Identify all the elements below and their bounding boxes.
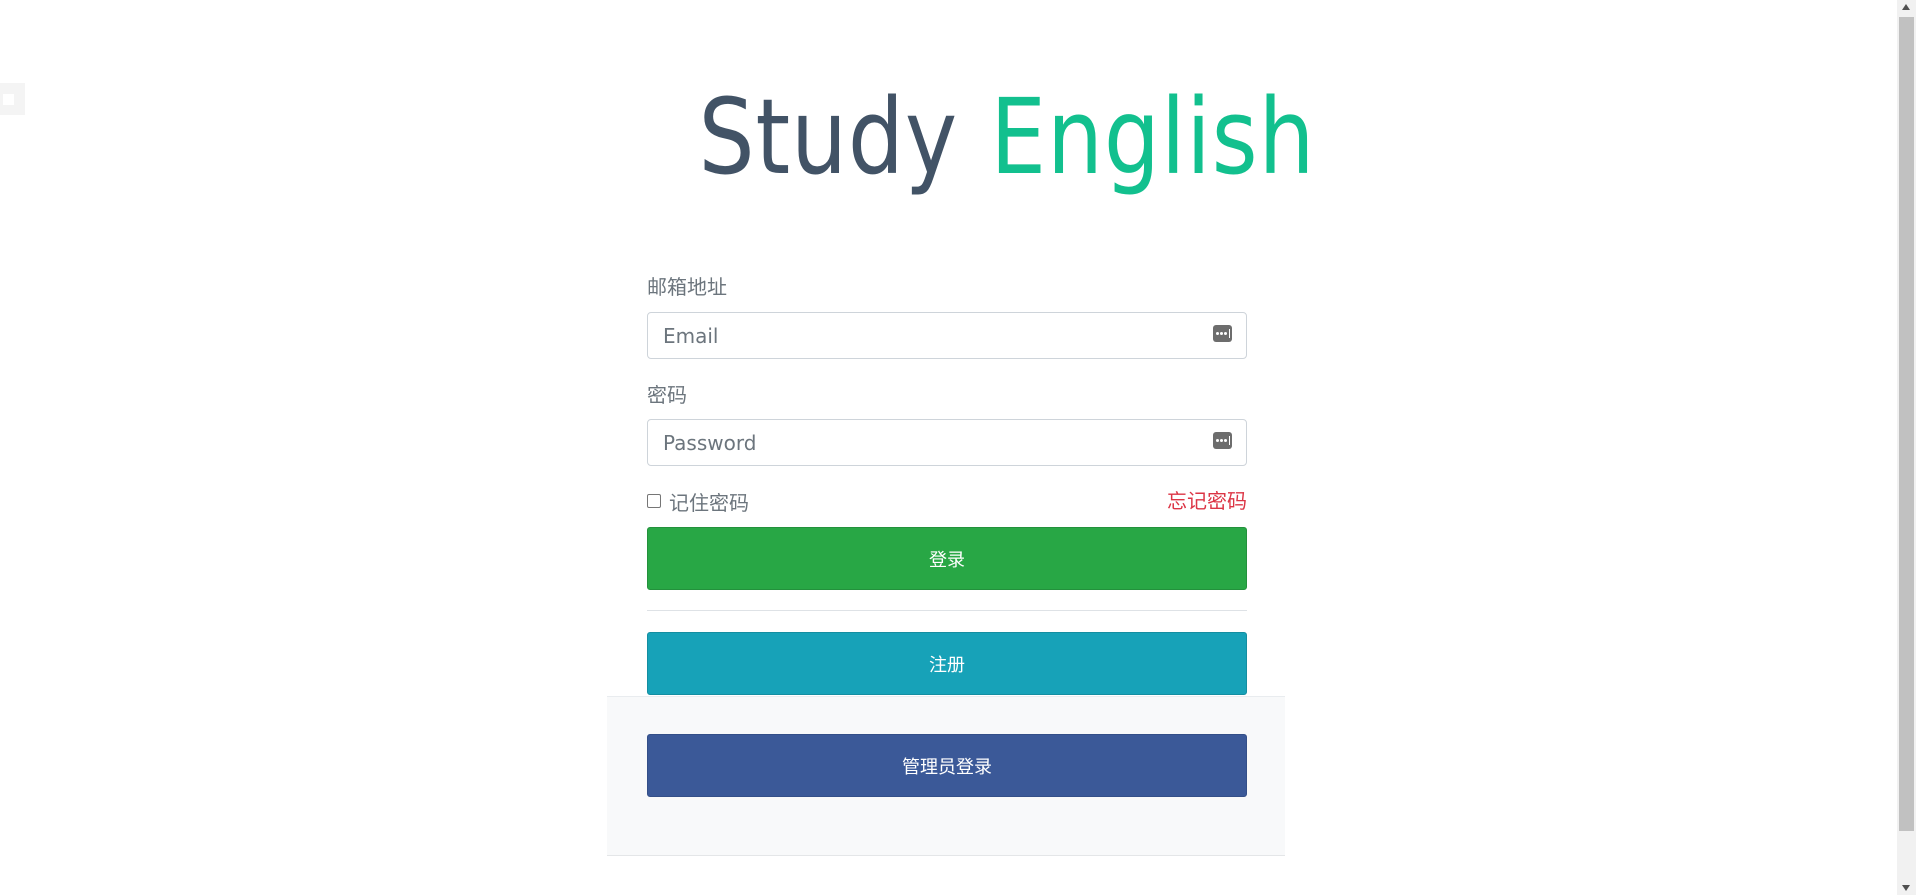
vertical-scrollbar[interactable] <box>1897 0 1916 895</box>
scroll-up-arrow-icon[interactable] <box>1902 4 1910 10</box>
site-logo: Study English <box>698 62 1315 212</box>
register-button[interactable]: 注册 <box>647 632 1247 695</box>
logo-word-english: English <box>990 76 1316 198</box>
remember-password-checkbox[interactable] <box>647 494 661 508</box>
forgot-password-link[interactable]: 忘记密码 <box>1167 487 1247 515</box>
admin-login-button[interactable]: 管理员登录 <box>647 734 1247 797</box>
scrollbar-thumb[interactable] <box>1899 17 1914 831</box>
corner-widget[interactable] <box>0 83 25 115</box>
logo-word-study: Study <box>698 76 958 198</box>
email-field[interactable] <box>648 313 1183 358</box>
scroll-down-arrow-icon[interactable] <box>1902 885 1910 891</box>
email-label: 邮箱地址 <box>647 275 727 299</box>
password-manager-key-icon[interactable] <box>1213 432 1232 449</box>
divider <box>647 610 1247 611</box>
remember-password-label[interactable]: 记住密码 <box>669 487 749 516</box>
email-field-container <box>647 312 1247 359</box>
password-manager-key-icon[interactable] <box>1213 325 1232 342</box>
password-label: 密码 <box>647 383 687 407</box>
login-page: Study English 邮箱地址 密码 记住密码 忘记密码 登录 注册 管理员… <box>0 0 1916 895</box>
login-button[interactable]: 登录 <box>647 527 1247 590</box>
corner-widget-square-icon <box>3 94 14 105</box>
password-field-container <box>647 419 1247 466</box>
password-field[interactable] <box>648 420 1183 465</box>
remember-password-row: 记住密码 <box>647 487 749 515</box>
